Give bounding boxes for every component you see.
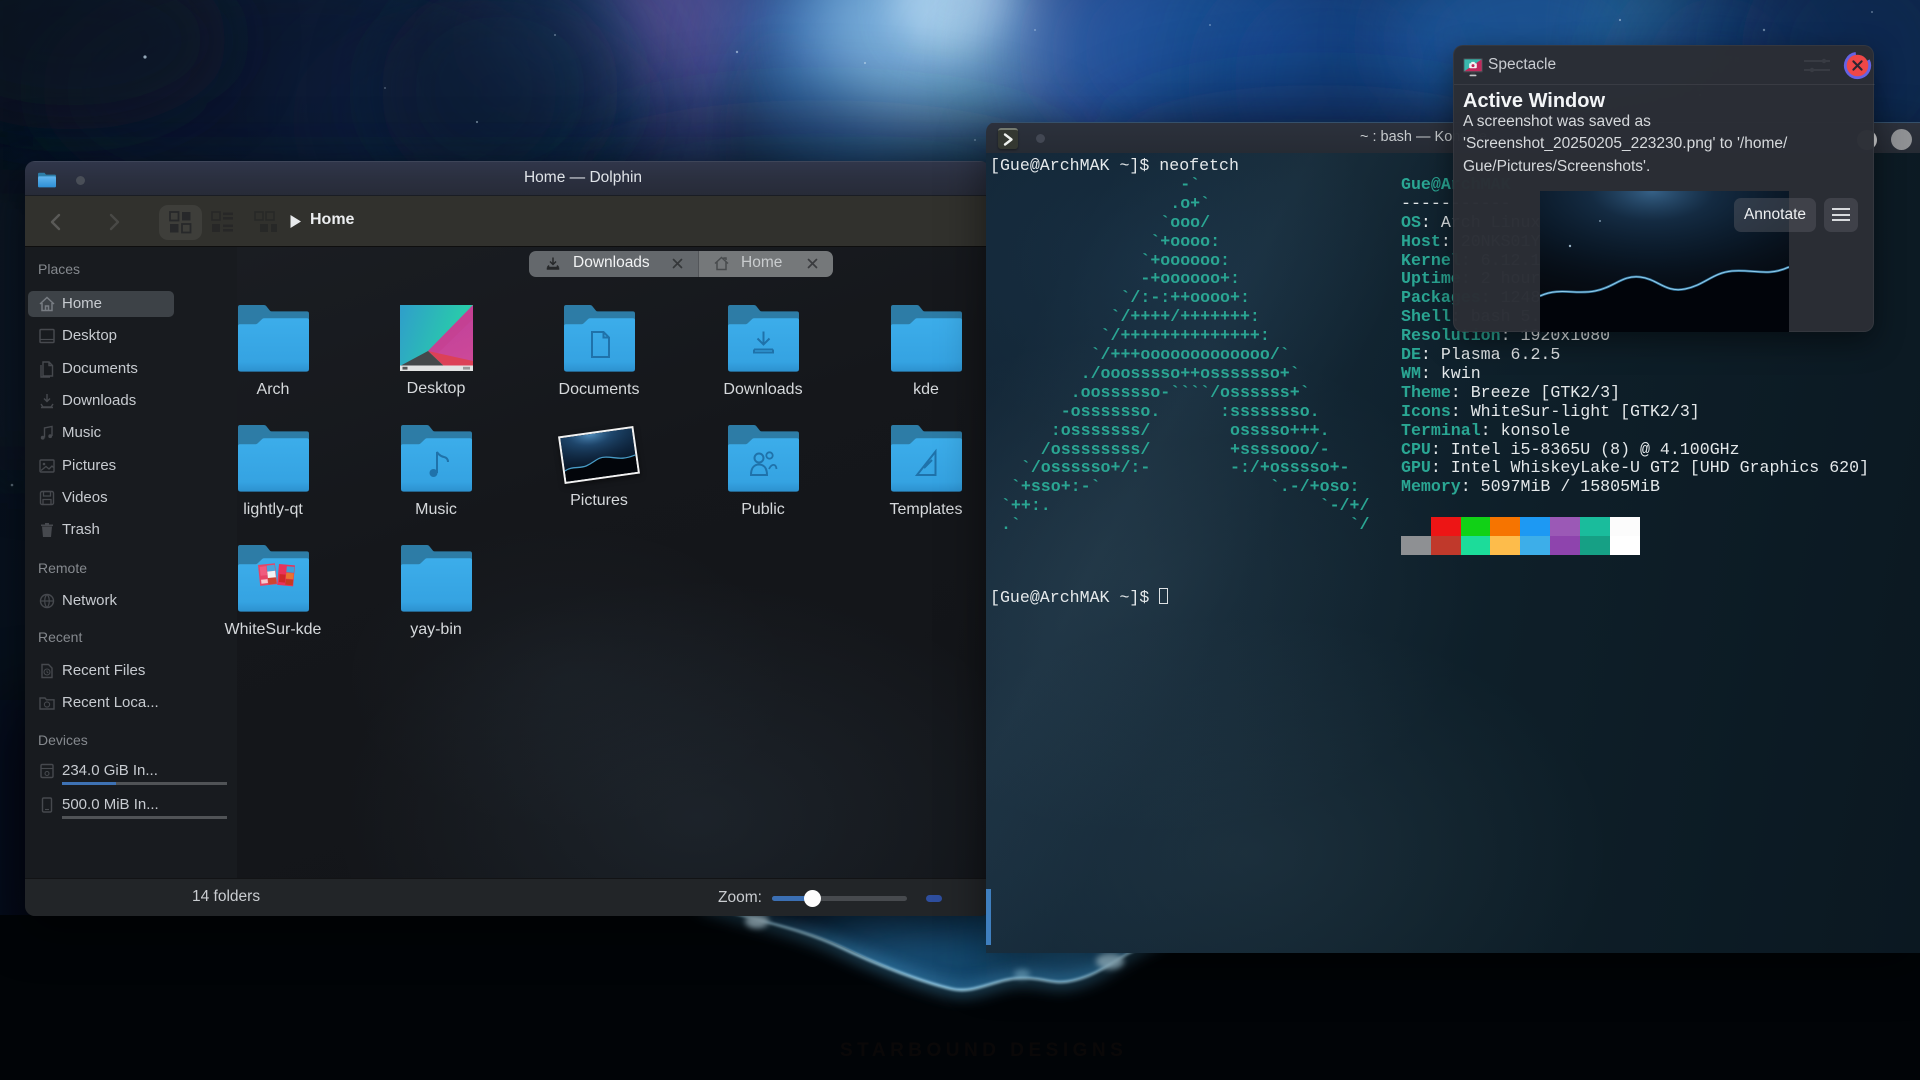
svg-text:STARBOUND DESIGNS: STARBOUND DESIGNS [840, 1040, 1127, 1061]
